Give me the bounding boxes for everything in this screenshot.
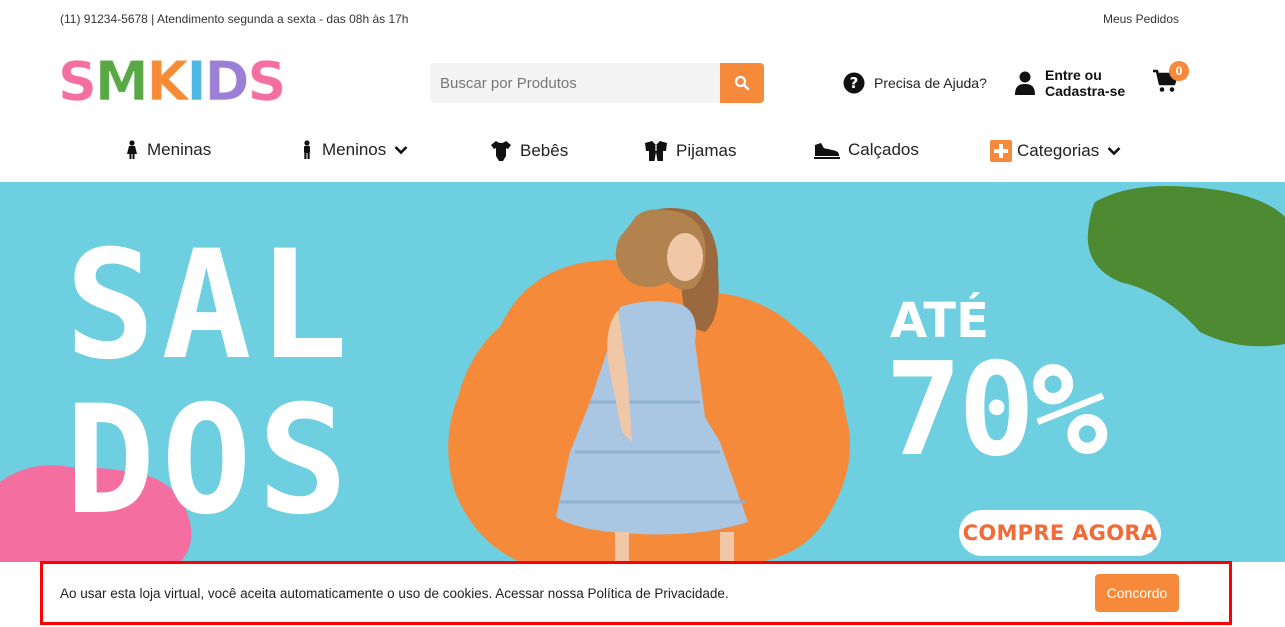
top-bar: (11) 91234-5678 | Atendimento segunda a … — [0, 0, 1285, 40]
cookie-consent-bar: Ao usar esta loja virtual, você aceita a… — [40, 561, 1232, 625]
shop-now-button[interactable]: COMPRE AGORA — [959, 510, 1161, 556]
contact-info: (11) 91234-5678 | Atendimento segunda a … — [60, 12, 409, 26]
pajamas-icon — [645, 141, 667, 161]
banner-discount-value: 70% — [885, 336, 1108, 485]
cookie-consent-text: Ao usar esta loja virtual, você aceita a… — [60, 585, 729, 601]
account-label-line1: Entre ou — [1045, 67, 1102, 83]
nav-item-label: Bebês — [520, 141, 569, 160]
nav-item-label: Calçados — [848, 140, 919, 159]
search-button[interactable] — [720, 63, 764, 103]
green-blob — [1087, 186, 1285, 347]
nav-item-label: Meninas — [147, 140, 212, 159]
header: S M K I D S ? Precisa de Ajuda? Entre ou… — [0, 40, 1285, 124]
nav-item-pijamas[interactable]: Pijamas — [644, 140, 736, 162]
nav-item-calcados[interactable]: Calçados — [814, 140, 919, 160]
logo-letter: S — [58, 50, 98, 113]
girl-icon — [127, 140, 137, 159]
nav-item-meninos[interactable]: Meninos — [300, 140, 408, 160]
logo[interactable]: S M K I D S — [58, 50, 287, 113]
logo-letter: K — [146, 50, 189, 113]
user-icon — [1015, 71, 1035, 95]
logo-letter: M — [94, 50, 149, 113]
search-icon — [734, 75, 750, 91]
banner-sale-line1: SAL — [65, 219, 354, 393]
chevron-down-icon — [1107, 147, 1121, 156]
chevron-down-icon — [394, 146, 408, 155]
search-bar — [430, 63, 764, 103]
hero-banner[interactable]: SAL DOS ATÉ 70% COMPRE AGORA — [0, 182, 1285, 562]
account-label-line2: Cadastra-se — [1045, 83, 1126, 99]
cart-button[interactable]: 0 — [1153, 61, 1189, 99]
nav-item-label: Pijamas — [676, 141, 737, 160]
accept-cookies-button[interactable]: Concordo — [1095, 574, 1179, 612]
cart-count-badge: 0 — [1169, 61, 1189, 81]
nav-item-categorias[interactable]: Categorias — [990, 140, 1121, 162]
nav-item-bebes[interactable]: Bebês — [490, 140, 568, 162]
logo-letter: I — [186, 50, 207, 113]
question-circle-icon: ? — [843, 72, 865, 94]
logo-letter: S — [247, 50, 287, 113]
account-label: Entre ou Cadastra-se — [1045, 67, 1125, 99]
nav-item-meninas[interactable]: Meninas — [125, 140, 211, 160]
help-link[interactable]: ? Precisa de Ajuda? — [843, 72, 987, 94]
plus-square-icon — [990, 140, 1012, 162]
nav-item-label: Categorias — [1017, 141, 1100, 160]
banner-art: SAL DOS ATÉ 70% — [0, 186, 1285, 562]
logo-letter: D — [204, 50, 250, 113]
nav-item-label: Meninos — [322, 140, 387, 159]
boy-icon — [304, 140, 310, 159]
main-nav: Meninas Meninos Bebês Pijamas Calçados C… — [0, 124, 1285, 182]
shoe-icon — [814, 143, 840, 159]
my-orders-link[interactable]: Meus Pedidos — [1103, 12, 1179, 26]
account-link[interactable]: Entre ou Cadastra-se — [1015, 67, 1125, 99]
bodysuit-icon — [491, 141, 511, 161]
banner-sale-line2: DOS — [65, 374, 354, 548]
search-input[interactable] — [430, 63, 720, 103]
svg-text:?: ? — [850, 74, 859, 92]
help-label: Precisa de Ajuda? — [874, 75, 987, 91]
